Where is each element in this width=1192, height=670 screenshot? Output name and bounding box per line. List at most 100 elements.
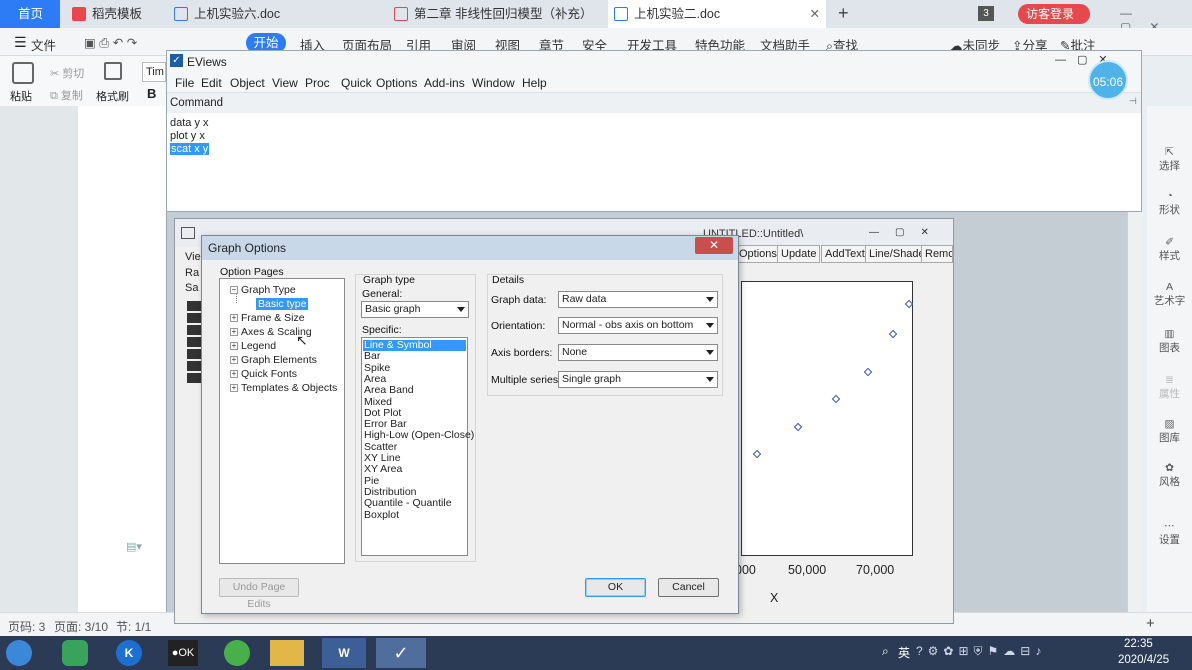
list-item[interactable]: XY Area xyxy=(364,463,402,475)
ok-button[interactable]: OK xyxy=(585,578,646,597)
shape-tool[interactable]: ◔ 形状 xyxy=(1147,190,1192,217)
eviews-menu-window[interactable]: Window xyxy=(472,76,515,90)
orientation-select[interactable]: Normal - obs axis on bottom xyxy=(558,317,718,334)
eviews-menu-proc[interactable]: Proc xyxy=(305,76,330,90)
theme-tool[interactable]: ✿ 风格 xyxy=(1147,462,1192,489)
format-painter-icon[interactable] xyxy=(104,62,122,80)
graph-options-button[interactable]: Options xyxy=(735,245,781,263)
tree-item-quick-fonts[interactable]: + Quick Fonts xyxy=(230,368,297,380)
recorder-icon[interactable]: ●OK xyxy=(168,640,198,666)
list-item[interactable]: Boxplot xyxy=(364,509,399,521)
graph-remove-button[interactable]: Remo xyxy=(921,245,953,263)
general-select[interactable]: Basic graph xyxy=(361,301,469,318)
workfile-view-label[interactable]: Vie xyxy=(185,251,201,263)
wordart-tool[interactable]: A 艺术字 xyxy=(1147,281,1192,308)
pin-icon[interactable]: ⊣ xyxy=(1129,96,1137,107)
tab-chapter-two[interactable]: 第二章 非线性回归模型（补充） xyxy=(388,0,606,28)
tray-language[interactable]: 英 xyxy=(898,644,910,661)
eviews-menu-quick[interactable]: Quick xyxy=(341,76,372,90)
timer-badge[interactable]: 05:06 xyxy=(1088,60,1128,100)
tab-home[interactable]: 首页 xyxy=(0,0,60,28)
axis-borders-select[interactable]: None xyxy=(558,344,718,361)
tray-search-icon[interactable]: ⌕ xyxy=(882,644,889,659)
expand-icon[interactable]: + xyxy=(230,384,238,392)
cancel-button[interactable]: Cancel xyxy=(658,578,719,597)
expand-icon[interactable]: + xyxy=(230,356,238,364)
tray-icons[interactable]: ?⚙✿⊞⛨⚑☁⊟♪ xyxy=(916,644,1046,659)
specific-list[interactable]: Line & Symbol Bar Spike Area Area Band M… xyxy=(361,337,474,556)
graph-lineshade-button[interactable]: Line/Shade xyxy=(865,245,929,263)
wps-tab-bar: 首页 稻壳模板 上机实验六.doc 第二章 非线性回归模型（补充） 上机实验二.… xyxy=(0,0,1192,28)
save-icon[interactable]: ▣ ⎙ ↶ ↷ xyxy=(84,35,137,51)
scatter-point xyxy=(831,395,840,404)
chart-tool[interactable]: ▥ 图表 xyxy=(1147,328,1192,355)
expand-icon[interactable]: + xyxy=(230,328,238,336)
workfile-object-icons[interactable] xyxy=(187,301,201,385)
properties-tool[interactable]: ≣ 属性 xyxy=(1147,374,1192,401)
style-tool[interactable]: ✐ 样式 xyxy=(1147,236,1192,263)
list-item[interactable]: High-Low (Open-Close) xyxy=(364,430,474,442)
new-tab-icon[interactable]: + xyxy=(838,3,849,24)
expand-icon[interactable]: + xyxy=(230,370,238,378)
gallery-tool[interactable]: ▨ 图库 xyxy=(1147,418,1192,445)
hamburger-icon[interactable]: ☰ xyxy=(14,34,27,51)
graph-window-controls[interactable]: —▢✕ xyxy=(869,227,945,238)
font-name-box[interactable]: Tim xyxy=(142,62,166,82)
tree-item-graph-elements[interactable]: + Graph Elements xyxy=(230,354,317,366)
eviews-menu-file[interactable]: File xyxy=(175,76,194,90)
tab-doc-two[interactable]: 上机实验二.doc ✕ xyxy=(608,0,826,28)
k-app-icon[interactable]: K xyxy=(116,640,142,666)
settings-tool[interactable]: ⋯ 设置 xyxy=(1147,520,1192,547)
undo-page-edits-button[interactable]: Undo Page Edits xyxy=(219,578,299,610)
tree-connector xyxy=(236,293,237,303)
dialog-close-button[interactable]: ✕ xyxy=(695,237,733,254)
command-line-selected: scat x y xyxy=(170,143,210,155)
eviews-menu-view[interactable]: View xyxy=(272,76,298,90)
eviews-menu-edit[interactable]: Edit xyxy=(201,76,222,90)
eviews-menu-options[interactable]: Options xyxy=(376,76,417,90)
multiple-series-select[interactable]: Single graph xyxy=(558,371,718,388)
eviews-menu-help[interactable]: Help xyxy=(522,76,547,90)
graph-data-select[interactable]: Raw data xyxy=(558,291,718,308)
menu-file[interactable]: 文件 xyxy=(31,35,56,54)
tab-docer-templates[interactable]: 稻壳模板 xyxy=(66,0,166,28)
paste-label[interactable]: 粘贴 xyxy=(10,88,32,104)
close-tab-icon[interactable]: ✕ xyxy=(810,0,820,28)
list-item[interactable]: Area Band xyxy=(364,384,414,396)
tree-item-frame-size[interactable]: + Frame & Size xyxy=(230,312,305,324)
bold-icon[interactable]: B xyxy=(147,86,156,101)
tree-item-basic-type[interactable]: Basic type xyxy=(256,298,309,310)
scatter-point xyxy=(904,299,913,309)
tree-item-legend[interactable]: + Legend xyxy=(230,340,276,352)
wps-writer-icon[interactable]: W xyxy=(322,638,366,668)
file-explorer-icon[interactable] xyxy=(270,640,304,666)
start-icon[interactable] xyxy=(6,640,32,666)
document-page xyxy=(78,106,168,612)
tab-doc-six[interactable]: 上机实验六.doc xyxy=(168,0,386,28)
graph-update-button[interactable]: Update xyxy=(777,245,821,263)
app-icon[interactable] xyxy=(62,640,88,666)
eviews-menu-object[interactable]: Object xyxy=(230,76,265,90)
visitor-login-button[interactable]: 访客登录 xyxy=(1018,4,1090,24)
tree-item-graph-type[interactable]: − Graph Type xyxy=(230,284,296,296)
format-painter-label[interactable]: 格式刷 xyxy=(96,88,129,104)
zoom-in-icon[interactable]: + xyxy=(1146,615,1155,632)
eviews-menu-addins[interactable]: Add-ins xyxy=(424,76,465,90)
graph-addtext-button[interactable]: AddText xyxy=(821,245,869,263)
expand-icon[interactable]: + xyxy=(230,314,238,322)
command-window[interactable]: data y x plot y x scat x y xyxy=(167,113,1141,211)
workspace-scrollbar[interactable] xyxy=(1127,212,1141,612)
copy-button[interactable]: ⧉ 复制 xyxy=(50,87,83,103)
cut-button[interactable]: ✂ 剪切 xyxy=(50,65,84,81)
chart-label: 图表 xyxy=(1159,342,1180,354)
tree-item-templates-objects[interactable]: + Templates & Objects xyxy=(230,382,337,394)
paste-icon[interactable] xyxy=(12,62,34,84)
eviews-taskbar-icon[interactable]: ✓ xyxy=(376,638,426,668)
tab-count-badge[interactable]: 3 xyxy=(978,6,994,21)
select-tool[interactable]: ⇱ 选择 xyxy=(1147,146,1192,173)
paste-options-icon[interactable]: ▤▾ xyxy=(126,540,142,553)
list-item[interactable]: Quantile - Quantile xyxy=(364,497,452,509)
list-item[interactable]: Bar xyxy=(364,350,380,362)
expand-icon[interactable]: + xyxy=(230,342,238,350)
browser-icon[interactable] xyxy=(224,640,250,666)
